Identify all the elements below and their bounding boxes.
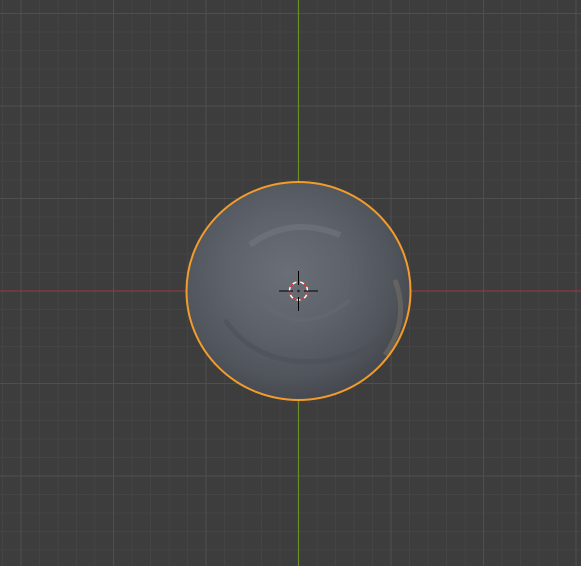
3d-viewport[interactable]: [0, 0, 581, 566]
